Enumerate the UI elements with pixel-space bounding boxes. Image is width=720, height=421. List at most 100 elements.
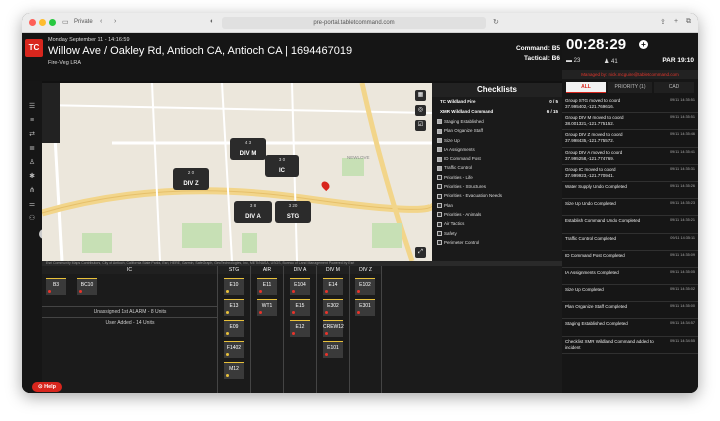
unit-card[interactable]: BC10 xyxy=(77,278,97,295)
unassigned-units-note[interactable]: Unassigned 1st ALARM - 8 Units xyxy=(42,306,218,317)
feed-message[interactable]: IA Assignments Completed 09/11 14:35:05 xyxy=(562,268,698,286)
checklist-item[interactable]: Plan Organize Staff xyxy=(432,126,562,135)
unit-card[interactable]: WT1 xyxy=(257,299,277,316)
feed-message[interactable]: Group STG moved to coord 37.995402,-121.… xyxy=(562,96,698,114)
checkbox[interactable] xyxy=(437,119,442,125)
map-layers-icon[interactable]: ▦ xyxy=(415,90,426,101)
checklist-item[interactable]: Size Up xyxy=(432,136,562,145)
checklist-item[interactable]: Air Tactics xyxy=(432,219,562,228)
unit-card[interactable]: E104 xyxy=(290,278,310,295)
checklist-item[interactable]: Safety xyxy=(432,229,562,238)
checkbox[interactable] xyxy=(437,193,442,199)
feed-message[interactable]: Group DIV M moved to coord 38.001321,-12… xyxy=(562,113,698,131)
feed-message[interactable]: Size Up Undo Completed 09/11 14:35:23 xyxy=(562,199,698,217)
map-expand-icon[interactable]: ⤢ xyxy=(415,247,426,258)
unit-card[interactable]: E09 xyxy=(224,320,244,337)
zoom-window-button[interactable] xyxy=(49,19,56,26)
feed-message[interactable]: Water Supply Undo Completed 09/11 14:35:2… xyxy=(562,182,698,200)
unit-card[interactable]: E101 xyxy=(323,341,343,358)
unit-card[interactable]: F1402 xyxy=(224,341,244,358)
tab-overview-icon[interactable]: ⧉ xyxy=(686,18,691,26)
new-tab-icon[interactable]: + xyxy=(674,18,678,25)
unit-card[interactable]: E10 xyxy=(224,278,244,295)
feed-message[interactable]: Plan Organize Staff Completed 09/11 14:35… xyxy=(562,302,698,320)
checklist-item[interactable]: IA Assignments xyxy=(432,145,562,154)
minimize-window-button[interactable] xyxy=(39,19,46,26)
checklist-item[interactable]: Priorities - Structures xyxy=(432,182,562,191)
checkbox[interactable] xyxy=(437,230,442,236)
checklist-group-xmr-wildland[interactable]: XMR Wildland Command 6 / 15 xyxy=(432,107,562,117)
map-group-div-z[interactable]: 2 0 DIV Z xyxy=(173,168,209,190)
checklist-item[interactable]: Perimeter Control xyxy=(432,238,562,247)
map-group-stg[interactable]: 3 20 STG xyxy=(275,201,311,223)
checkbox[interactable] xyxy=(437,137,442,143)
address-bar[interactable]: pre-portal.tabletcommand.com xyxy=(222,17,486,29)
checkbox[interactable] xyxy=(437,156,442,162)
unit-card[interactable]: M12 xyxy=(224,362,244,379)
feed-message[interactable]: Establish Command Undo Completed 09/11 14… xyxy=(562,216,698,234)
sidebar-toggle-icon[interactable]: ▭ xyxy=(62,18,69,26)
checkbox[interactable] xyxy=(437,184,442,190)
layers-icon[interactable]: ≣ xyxy=(27,145,37,153)
map-locate-icon[interactable]: ◎ xyxy=(415,105,426,116)
group-icon[interactable]: ⚇ xyxy=(27,215,37,223)
tc-logo[interactable]: TC xyxy=(25,39,43,57)
checkbox[interactable] xyxy=(437,212,442,218)
unit-card[interactable]: CREW12 xyxy=(323,320,344,337)
share-icon[interactable]: ⇪ xyxy=(660,18,666,26)
feed-message[interactable]: Group DIV A moved to coord 37.995258,-12… xyxy=(562,148,698,165)
unit-card[interactable]: E301 xyxy=(355,299,375,316)
map-group-ic[interactable]: 3 0 IC xyxy=(265,155,299,177)
unit-card[interactable]: E302 xyxy=(323,299,343,316)
unit-card[interactable]: E15 xyxy=(290,299,310,316)
checkbox[interactable] xyxy=(437,128,442,134)
unit-card[interactable]: E12 xyxy=(290,320,310,337)
reload-icon[interactable]: ↻ xyxy=(493,18,499,26)
menu-icon[interactable]: ☰ xyxy=(27,103,37,111)
map-checklist-icon[interactable]: ☑ xyxy=(415,120,426,131)
person-icon[interactable]: ♙ xyxy=(27,159,37,167)
feed-message[interactable]: Checklist XMR Wildland Command added to … xyxy=(562,337,698,354)
add-timer-button[interactable]: + xyxy=(639,40,648,49)
checklist-item[interactable]: Plan xyxy=(432,201,562,210)
unit-card[interactable]: E13 xyxy=(224,299,244,316)
feed-message[interactable]: ID Command Post Completed 09/11 14:35:09 xyxy=(562,251,698,268)
checklist-item[interactable]: Traffic Control xyxy=(432,163,562,172)
par-timer[interactable]: PAR 19:10 xyxy=(662,57,694,64)
checklist-item[interactable]: Staging Established xyxy=(432,117,562,126)
checklist-item[interactable]: ID Command Post xyxy=(432,154,562,163)
feed-message[interactable]: Group DIV Z moved to coord 37.998435,-12… xyxy=(562,130,698,148)
tab-all[interactable]: ALL xyxy=(566,82,606,93)
unit-card[interactable]: E102 xyxy=(355,278,375,295)
help-button[interactable]: ⊙ Help xyxy=(32,382,62,392)
back-icon[interactable]: ‹ xyxy=(100,18,102,25)
feed-message[interactable]: Size Up Completed 09/11 14:35:02 xyxy=(562,285,698,303)
unit-card[interactable]: E11 xyxy=(257,278,277,295)
alert-icon[interactable]: ✱ xyxy=(27,173,37,181)
checkbox[interactable] xyxy=(437,175,442,181)
map-group-div-m[interactable]: 4 3 DIV M xyxy=(230,138,266,160)
feed-message[interactable]: Staging Established Completed 09/11 14:34… xyxy=(562,319,698,337)
checklist-group-tc-wildland[interactable]: TC Wildland Fire 0 / 5 xyxy=(432,97,562,107)
unit-card[interactable]: E14 xyxy=(323,278,343,295)
close-window-button[interactable] xyxy=(29,19,36,26)
incident-map[interactable]: NEWLOVE 4 3 DIV M 3 0 IC 2 0 DIV Z 3 8 D… xyxy=(42,83,432,261)
map-group-div-a[interactable]: 3 8 DIV A xyxy=(234,201,272,223)
checkbox[interactable] xyxy=(437,240,442,246)
checkbox[interactable] xyxy=(437,147,442,153)
checkbox[interactable] xyxy=(437,221,442,227)
checklist-item[interactable]: Priorities - Animals xyxy=(432,210,562,219)
feed-message[interactable]: Group IC moved to coord 37.999923,-121.7… xyxy=(562,165,698,182)
checkbox[interactable] xyxy=(437,165,442,171)
unit-card[interactable]: B3 xyxy=(46,278,66,295)
forward-icon[interactable]: › xyxy=(114,18,116,25)
list-icon[interactable]: ≡ xyxy=(27,117,37,125)
checklist-item[interactable]: Priorities - Evacuation Needs xyxy=(432,191,562,200)
checkbox[interactable] xyxy=(437,202,442,208)
tab-priority[interactable]: PRIORITY (1) xyxy=(608,82,652,93)
transfer-icon[interactable]: ⇄ xyxy=(27,131,37,139)
checklist-item[interactable]: Priorities - Life xyxy=(432,173,562,182)
feed-message[interactable]: Traffic Control Completed 09/11 14:35:11 xyxy=(562,234,698,251)
user-added-units-note[interactable]: User Added - 14 Units xyxy=(42,317,218,328)
tab-cad[interactable]: CAD xyxy=(654,82,694,93)
